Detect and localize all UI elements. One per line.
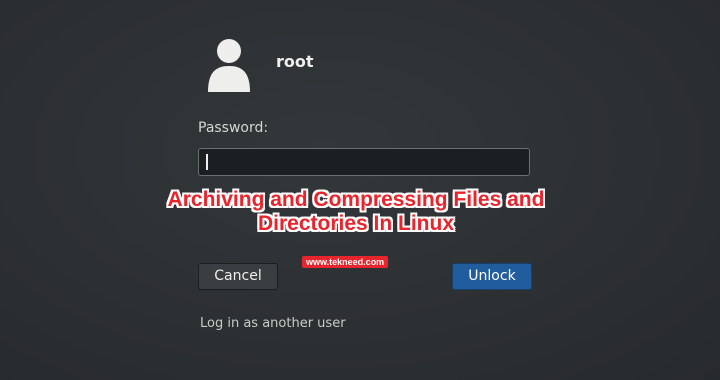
- user-avatar-icon: [206, 38, 252, 92]
- password-label: Password:: [198, 120, 269, 136]
- password-input[interactable]: [198, 148, 530, 176]
- cancel-button[interactable]: Cancel: [198, 263, 278, 290]
- overlay-title: Archiving and Compressing Files and Dire…: [0, 188, 712, 236]
- login-another-user-link[interactable]: Log in as another user: [200, 316, 346, 331]
- overlay-title-line2: Directories In Linux: [257, 212, 455, 235]
- site-watermark: www.tekneed.com: [302, 256, 389, 268]
- username-label: root: [276, 52, 314, 71]
- unlock-button[interactable]: Unlock: [452, 263, 532, 290]
- text-cursor: [206, 154, 208, 170]
- overlay-title-line1: Archiving and Compressing Files and: [167, 188, 545, 211]
